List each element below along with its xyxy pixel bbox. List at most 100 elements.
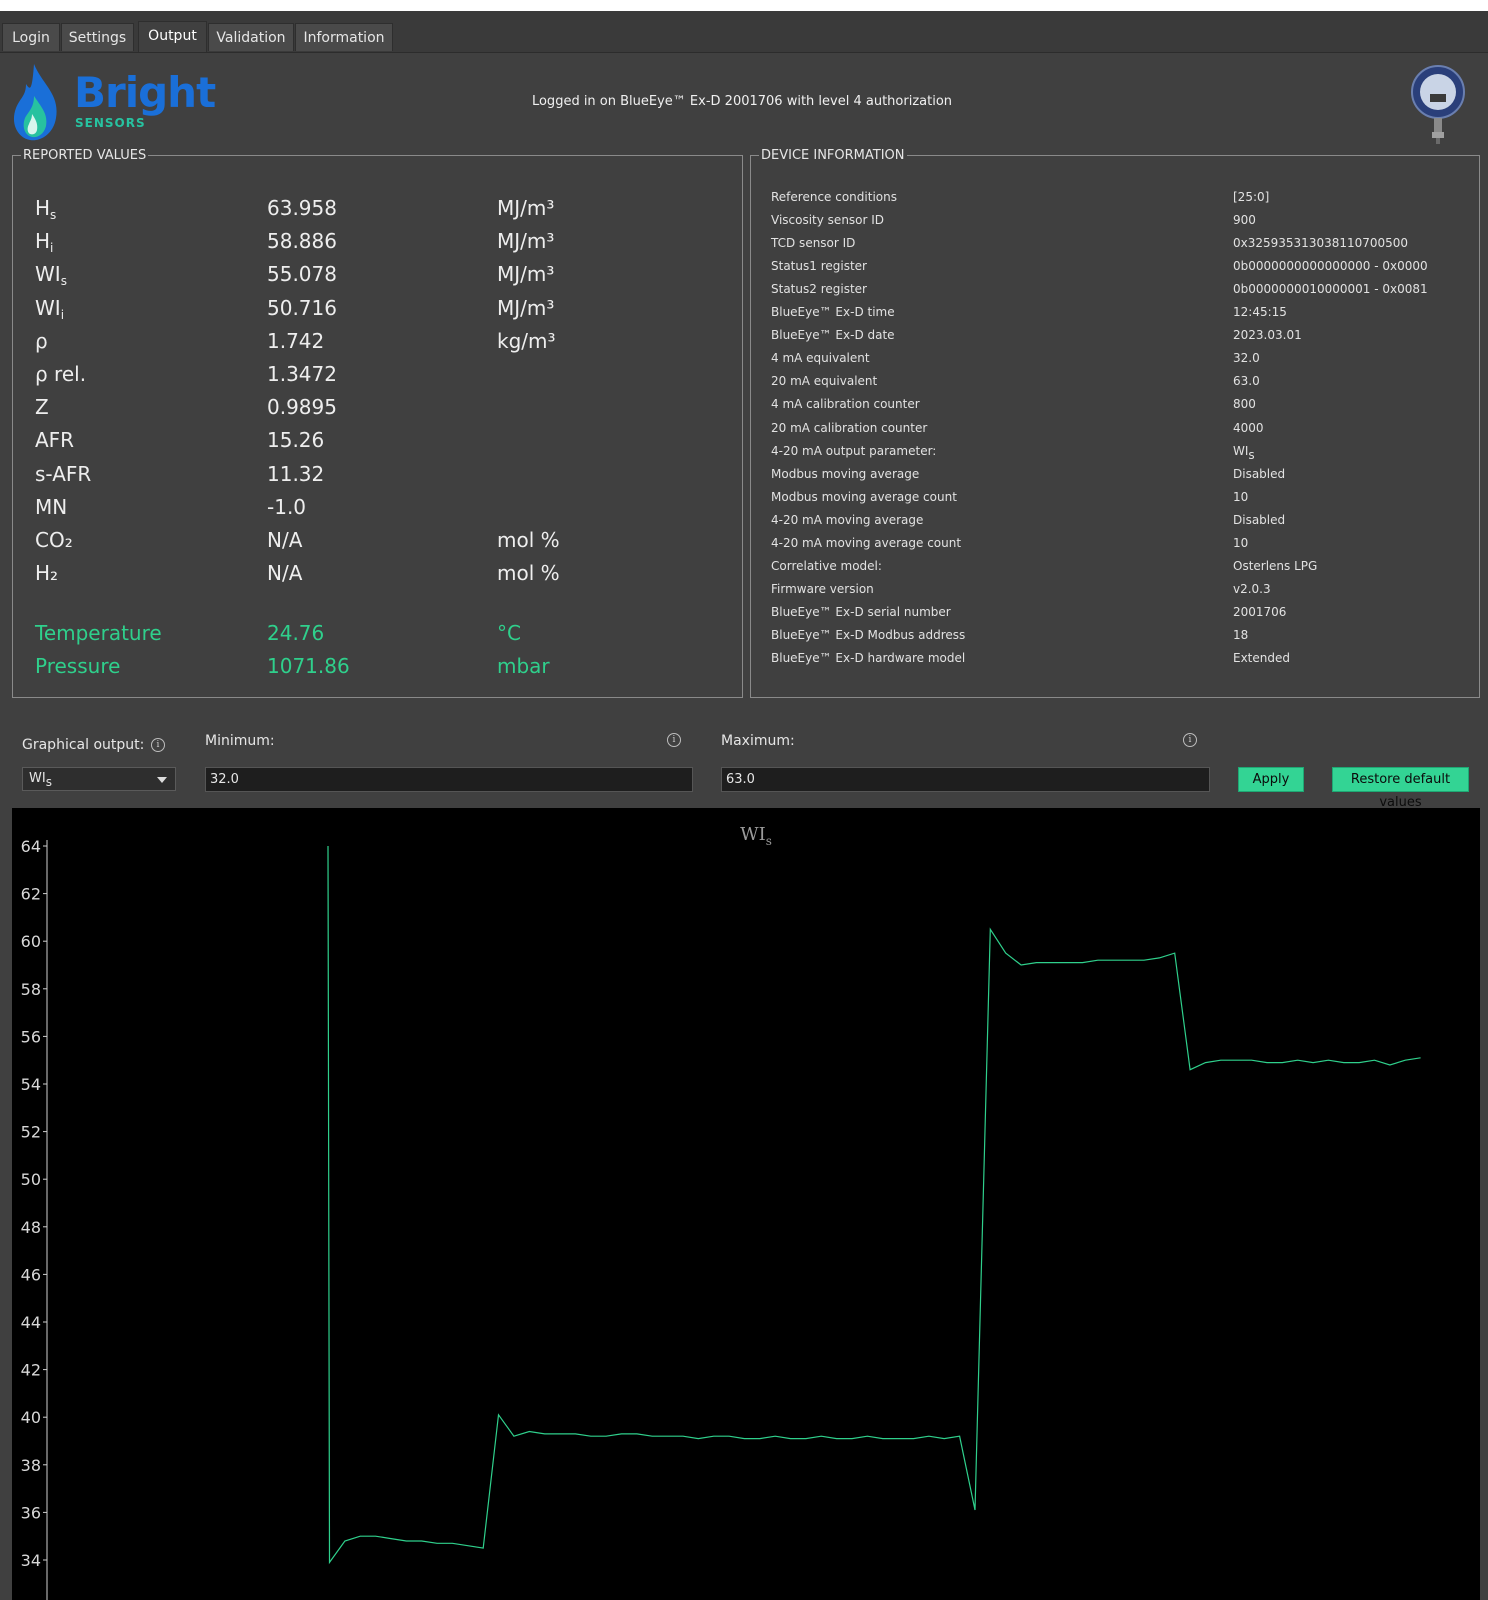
logo-word: Bright [74, 68, 216, 117]
device-info-row: BlueEye™ Ex-D Modbus address 18 [771, 625, 1471, 645]
apply-button[interactable]: Apply [1238, 767, 1304, 792]
device-info-value: Disabled [1233, 512, 1286, 527]
reported-value-name: s-AFR [35, 461, 92, 486]
device-info-row: 4-20 mA moving average Disabled [771, 510, 1471, 530]
flame-icon [13, 64, 57, 141]
device-info-row: 4 mA calibration counter 800 [771, 394, 1471, 414]
graphical-output-select[interactable]: WIs [22, 767, 176, 791]
device-info-key: BlueEye™ Ex-D serial number [771, 604, 951, 619]
device-info-row: BlueEye™ Ex-D time 12:45:15 [771, 302, 1471, 322]
device-info-key: Status1 register [771, 259, 867, 274]
device-info-row: BlueEye™ Ex-D date 2023.03.01 [771, 325, 1471, 345]
device-info-row: Modbus moving average Disabled [771, 464, 1471, 484]
minimum-label: Minimum: [205, 733, 275, 749]
device-info-value: Osterlens LPG [1233, 558, 1318, 573]
device-info-value: 10 [1233, 489, 1249, 504]
device-info-value: Extended [1233, 651, 1290, 665]
y-tick-label: 44 [21, 1313, 41, 1332]
tab-settings[interactable]: Settings [61, 23, 134, 51]
y-tick-label: 52 [21, 1123, 41, 1142]
device-info-row: Modbus moving average count 10 [771, 487, 1471, 507]
reported-value-value: 1.742 [267, 328, 325, 353]
chart-svg: WIs 64 62 60 58 56 54 52 50 48 46 44 42 40 38 36 34 [21, 824, 1421, 1600]
tab-information[interactable]: Information [295, 23, 393, 51]
y-tick-label: 60 [21, 932, 41, 951]
reported-value-unit: MJ/m³ [497, 262, 555, 287]
device-info-value: 2023.03.01 [1233, 328, 1302, 343]
device-info-key: TCD sensor ID [771, 236, 856, 251]
device-info-value: 12:45:15 [1233, 305, 1287, 320]
tab-validation[interactable]: Validation [208, 23, 294, 51]
device-info-row: 4-20 mA moving average count 10 [771, 533, 1471, 553]
window-top-strip [0, 0, 1488, 11]
device-info-value: v2.0.3 [1233, 581, 1271, 596]
device-info-row: Reference conditions [25:0] [771, 187, 1471, 207]
device-info-value: 0x325935313038110700500 [1233, 236, 1409, 251]
device-info-key: Firmware version [771, 581, 874, 596]
bright-sensors-logo: Bright SENSORS [12, 62, 216, 144]
maximum-info-icon[interactable]: i [1183, 733, 1197, 747]
device-info-key: BlueEye™ Ex-D date [771, 328, 895, 343]
device-info-key: BlueEye™ Ex-D time [771, 305, 895, 320]
reported-value-value: 63.958 [267, 196, 337, 220]
measured-value-unit: mbar [497, 654, 550, 678]
tab-output[interactable]: Output [138, 21, 207, 52]
device-info-key: BlueEye™ Ex-D hardware model [771, 651, 966, 665]
reported-value-name: WIi [35, 295, 65, 322]
device-info-key: 4-20 mA moving average count [771, 535, 962, 550]
device-info-value: 2001706 [1233, 604, 1287, 619]
device-info-row: Status1 register 0b0000000000000000 - 0x0… [771, 256, 1471, 276]
reported-value-value: N/A [267, 561, 303, 586]
device-info-row: Firmware version v2.0.3 [771, 579, 1471, 599]
minimum-input[interactable] [205, 767, 693, 792]
measured-value-name: Temperature [35, 621, 162, 645]
device-info-row: 20 mA equivalent 63.0 [771, 371, 1471, 391]
graphical-output-label: Graphical output: [22, 737, 145, 753]
reported-value-value: 58.886 [267, 229, 337, 254]
reported-value-unit: MJ/m³ [497, 229, 555, 254]
login-status: Logged in on BlueEye™ Ex-D 2001706 with … [531, 94, 953, 109]
graphical-output-info-icon[interactable]: i [151, 738, 165, 752]
device-info-value: 0b0000000000000000 - 0x0000 [1233, 259, 1428, 274]
reported-value-value: 1.3472 [267, 362, 337, 386]
reported-value-value: 55.078 [267, 262, 337, 287]
device-info-row: Status2 register 0b0000000010000001 - 0x0… [771, 279, 1471, 299]
maximum-input[interactable] [721, 767, 1210, 792]
tab-login[interactable]: Login [2, 23, 60, 51]
reported-value-value: N/A [267, 528, 303, 552]
minimum-info-icon[interactable]: i [667, 733, 681, 747]
chevron-down-icon [157, 777, 167, 783]
reported-value-name: MN [35, 494, 68, 519]
y-tick-label: 64 [21, 837, 41, 856]
reported-value-name: Hi [35, 229, 54, 256]
device-information-title: DEVICE INFORMATION [761, 148, 905, 163]
reported-value-value: 11.32 [267, 461, 325, 486]
device-info-value: 63.0 [1233, 374, 1260, 389]
device-info-row: TCD sensor ID 0x325935313038110700500 [771, 233, 1471, 253]
y-tick-label: 58 [21, 980, 41, 999]
reported-value-name: CO₂ [35, 528, 73, 552]
reported-value-name: H₂ [35, 561, 59, 586]
reported-values-group: REPORTED VALUES Hs 63.958 MJ/m³ Hi 58.886 MJ/… [12, 148, 743, 698]
device-info-value: 10 [1233, 535, 1249, 550]
device-info-value: 18 [1233, 627, 1249, 642]
measured-value-unit: °C [497, 621, 521, 645]
device-info-key: 20 mA equivalent [771, 374, 878, 389]
device-info-key: 4-20 mA output parameter: [771, 443, 937, 458]
reported-value-value: 0.9895 [267, 395, 337, 420]
device-info-key: Viscosity sensor ID [771, 213, 885, 228]
reported-value-value: 15.26 [267, 428, 325, 453]
device-info-row: BlueEye™ Ex-D serial number 2001706 [771, 602, 1471, 622]
device-info-key: Status2 register [771, 282, 867, 297]
device-info-value: 32.0 [1233, 351, 1260, 366]
logo-sub: SENSORS [75, 116, 146, 130]
y-tick-label: 50 [21, 1170, 41, 1189]
device-info-value: 900 [1233, 213, 1256, 228]
device-info-key: Modbus moving average count [771, 489, 957, 504]
device-info-value: 0b0000000010000001 - 0x0081 [1233, 282, 1428, 297]
reported-value-unit: mol % [497, 528, 560, 552]
measured-value-name: Pressure [35, 654, 121, 678]
restore-default-values-button[interactable]: Restore default values [1332, 767, 1469, 810]
device-image-icon [1411, 65, 1465, 144]
series-line [327, 845, 1421, 1565]
